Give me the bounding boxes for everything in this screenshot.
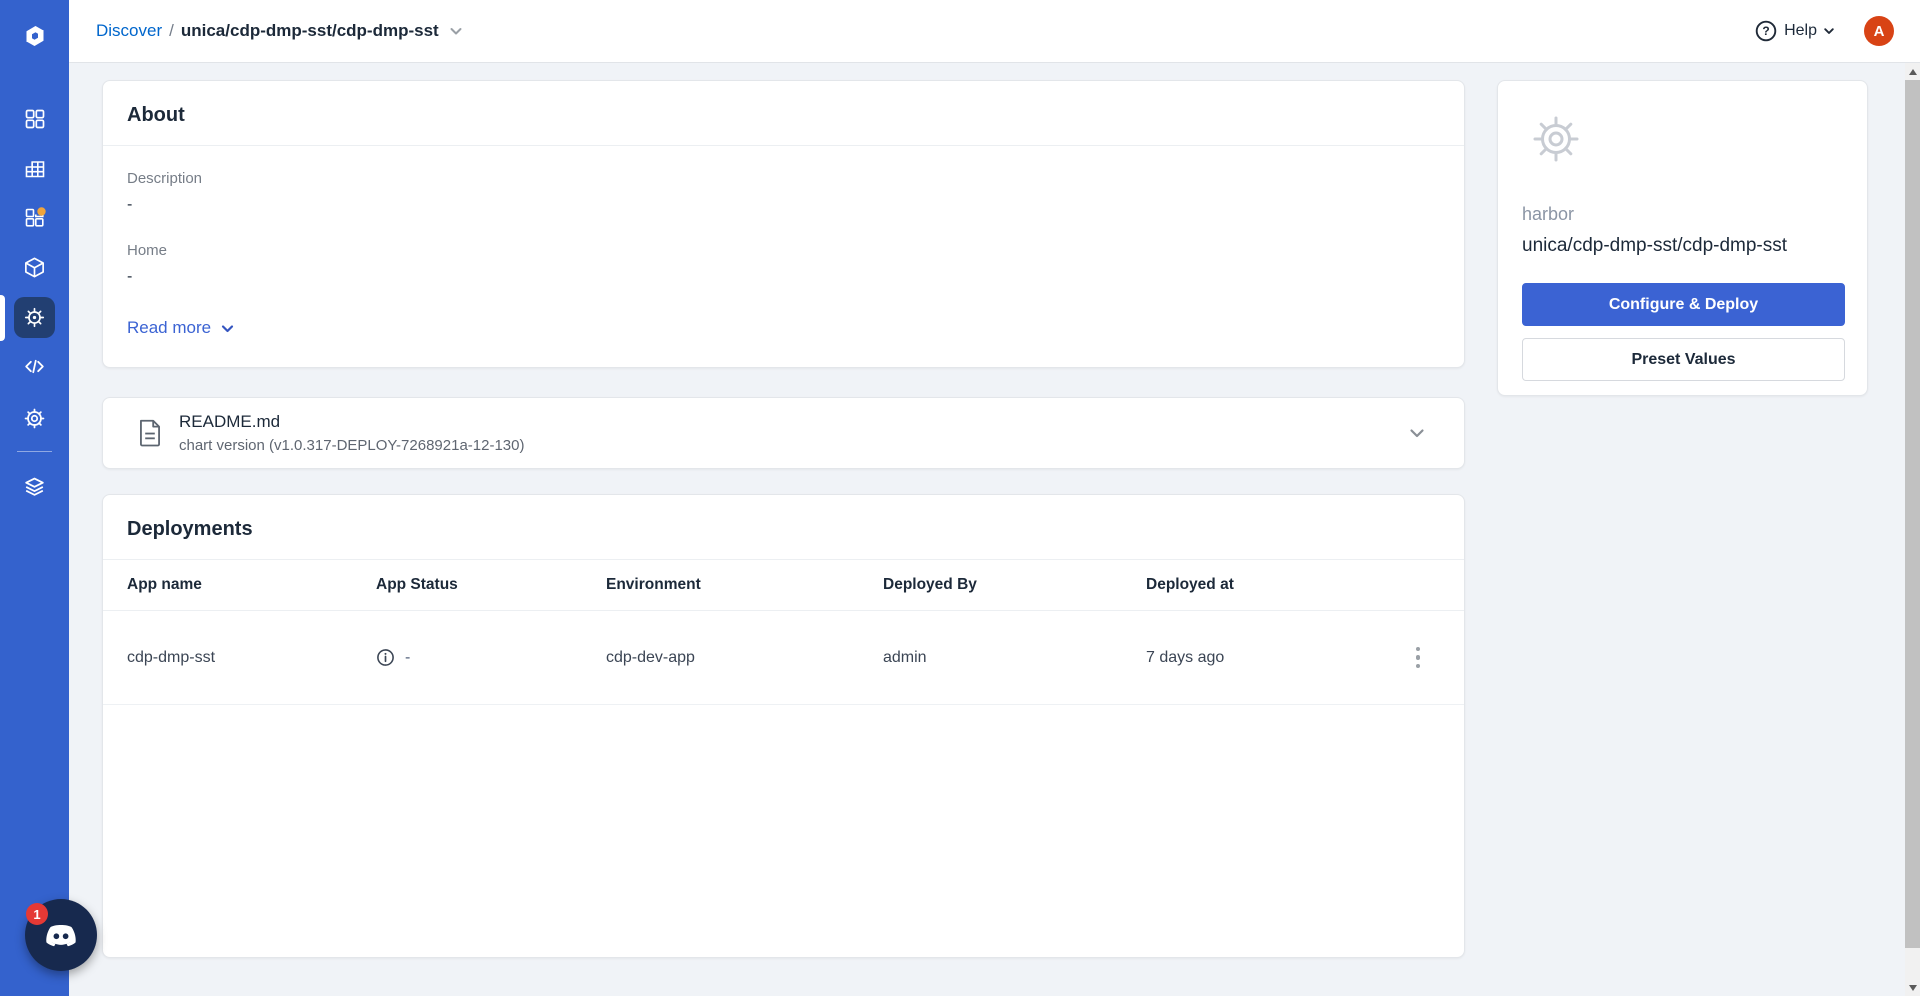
settings-gear-icon xyxy=(24,408,45,429)
user-avatar[interactable]: A xyxy=(1864,16,1894,46)
read-more-chevron-down-icon xyxy=(222,324,234,332)
resource-stack-icon xyxy=(25,477,44,496)
column-app-name: App name xyxy=(127,576,202,593)
help-chevron-down-icon xyxy=(1824,28,1834,34)
configure-deploy-button[interactable]: Configure & Deploy xyxy=(1522,283,1845,326)
home-value: - xyxy=(127,268,133,285)
sidebar-item-code-editor[interactable] xyxy=(14,346,55,387)
breadcrumb-separator: / xyxy=(169,21,174,40)
readme-expand-chevron-icon[interactable] xyxy=(1406,422,1428,444)
code-icon xyxy=(25,359,44,374)
app-group-table-icon xyxy=(25,160,44,177)
sidebar-divider xyxy=(17,451,52,452)
cell-app-name: cdp-dmp-sst xyxy=(127,648,216,666)
devtron-logo-icon xyxy=(26,26,44,46)
helm-wheel-icon xyxy=(24,307,45,328)
deployments-table-header: App name App Status Environment Deployed… xyxy=(103,560,1464,611)
deployments-title: Deployments xyxy=(127,518,253,540)
breadcrumb-current-chart: unica/cdp-dmp-sst/cdp-dmp-sst xyxy=(180,21,439,40)
scroll-up-arrow[interactable] xyxy=(1905,63,1920,80)
about-title: About xyxy=(127,104,185,126)
scroll-down-arrow[interactable] xyxy=(1905,979,1920,996)
sidebar-item-global-config[interactable] xyxy=(14,398,55,439)
topbar-right-controls: ? Help A xyxy=(1755,16,1894,46)
about-field-description: Description - xyxy=(127,170,1440,214)
help-label: Help xyxy=(1784,22,1817,39)
preset-values-button[interactable]: Preset Values xyxy=(1522,338,1845,381)
app-status-value: - xyxy=(405,648,411,666)
deployment-table-row[interactable]: cdp-dmp-sst - cdp-dev-app admin 7 days a… xyxy=(103,611,1464,705)
chart-repo-name: harbor xyxy=(1522,204,1575,224)
sidebar-item-helm-charts[interactable] xyxy=(14,297,55,338)
notification-dot xyxy=(36,206,46,216)
devtron-logo[interactable] xyxy=(16,17,54,55)
readme-chart-version: chart version (v1.0.317-DEPLOY-7268921a-… xyxy=(179,437,525,454)
readme-file-icon xyxy=(135,417,165,449)
sidebar-item-resource-browser[interactable] xyxy=(14,465,55,506)
breadcrumb-chevron-down-icon[interactable] xyxy=(447,22,465,40)
scrollbar-thumb[interactable] xyxy=(1905,80,1920,948)
info-icon[interactable] xyxy=(376,648,395,667)
column-deployed-by: Deployed By xyxy=(883,576,977,593)
sidebar-item-applications[interactable] xyxy=(14,98,55,139)
svg-text:?: ? xyxy=(1762,24,1769,38)
deployments-card: Deployments App name App Status Environm… xyxy=(102,494,1465,958)
description-value: - xyxy=(127,196,133,213)
cell-environment: cdp-dev-app xyxy=(606,648,695,666)
chart-summary-panel: harbor unica/cdp-dmp-sst/cdp-dmp-sst Con… xyxy=(1497,80,1868,396)
about-body: Description - Home - Read more xyxy=(103,146,1464,362)
chart-full-name: unica/cdp-dmp-sst/cdp-dmp-sst xyxy=(1522,235,1788,256)
question-circle-icon: ? xyxy=(1755,20,1777,42)
cell-deployed-by: admin xyxy=(883,648,927,666)
column-environment: Environment xyxy=(606,576,701,593)
sidebar-item-app-groups[interactable] xyxy=(14,148,55,189)
deployments-card-header: Deployments xyxy=(103,495,1464,560)
breadcrumb: Discover / unica/cdp-dmp-sst/cdp-dmp-sst xyxy=(96,21,465,41)
jobs-icon xyxy=(25,206,46,227)
sidebar xyxy=(0,0,69,996)
column-app-status: App Status xyxy=(376,576,458,593)
vertical-scrollbar[interactable] xyxy=(1905,63,1920,996)
home-label: Home xyxy=(127,242,168,259)
breadcrumb-discover-link[interactable]: Discover xyxy=(96,21,162,41)
about-field-home: Home - xyxy=(127,242,1440,286)
about-card-header: About xyxy=(103,81,1464,146)
read-more-label: Read more xyxy=(127,318,212,337)
active-nav-indicator xyxy=(0,295,5,341)
top-header: Discover / unica/cdp-dmp-sst/cdp-dmp-sst… xyxy=(69,0,1920,63)
row-menu-kebab-icon[interactable] xyxy=(1404,641,1432,675)
description-label: Description xyxy=(127,170,203,187)
discord-notification-badge: 1 xyxy=(26,903,48,925)
cell-app-status: - xyxy=(376,648,606,667)
cell-deployed-at: 7 days ago xyxy=(1146,648,1225,666)
chart-placeholder-helm-icon xyxy=(1526,109,1843,174)
sidebar-item-jobs[interactable] xyxy=(14,197,55,238)
applications-grid-icon xyxy=(25,109,44,128)
sidebar-item-chart-store[interactable] xyxy=(14,247,55,288)
readme-filename: README.md xyxy=(179,412,281,431)
read-more-link[interactable]: Read more xyxy=(127,318,236,338)
readme-text: README.md chart version (v1.0.317-DEPLOY… xyxy=(179,412,524,454)
about-card: About Description - Home - Read more xyxy=(102,80,1465,368)
main-content: About Description - Home - Read more REA… xyxy=(69,63,1905,996)
column-deployed-at: Deployed at xyxy=(1146,576,1234,593)
discord-icon xyxy=(46,924,76,947)
chart-store-cube-icon xyxy=(25,257,44,278)
readme-card[interactable]: README.md chart version (v1.0.317-DEPLOY… xyxy=(102,397,1465,469)
help-menu[interactable]: ? Help xyxy=(1755,20,1836,42)
